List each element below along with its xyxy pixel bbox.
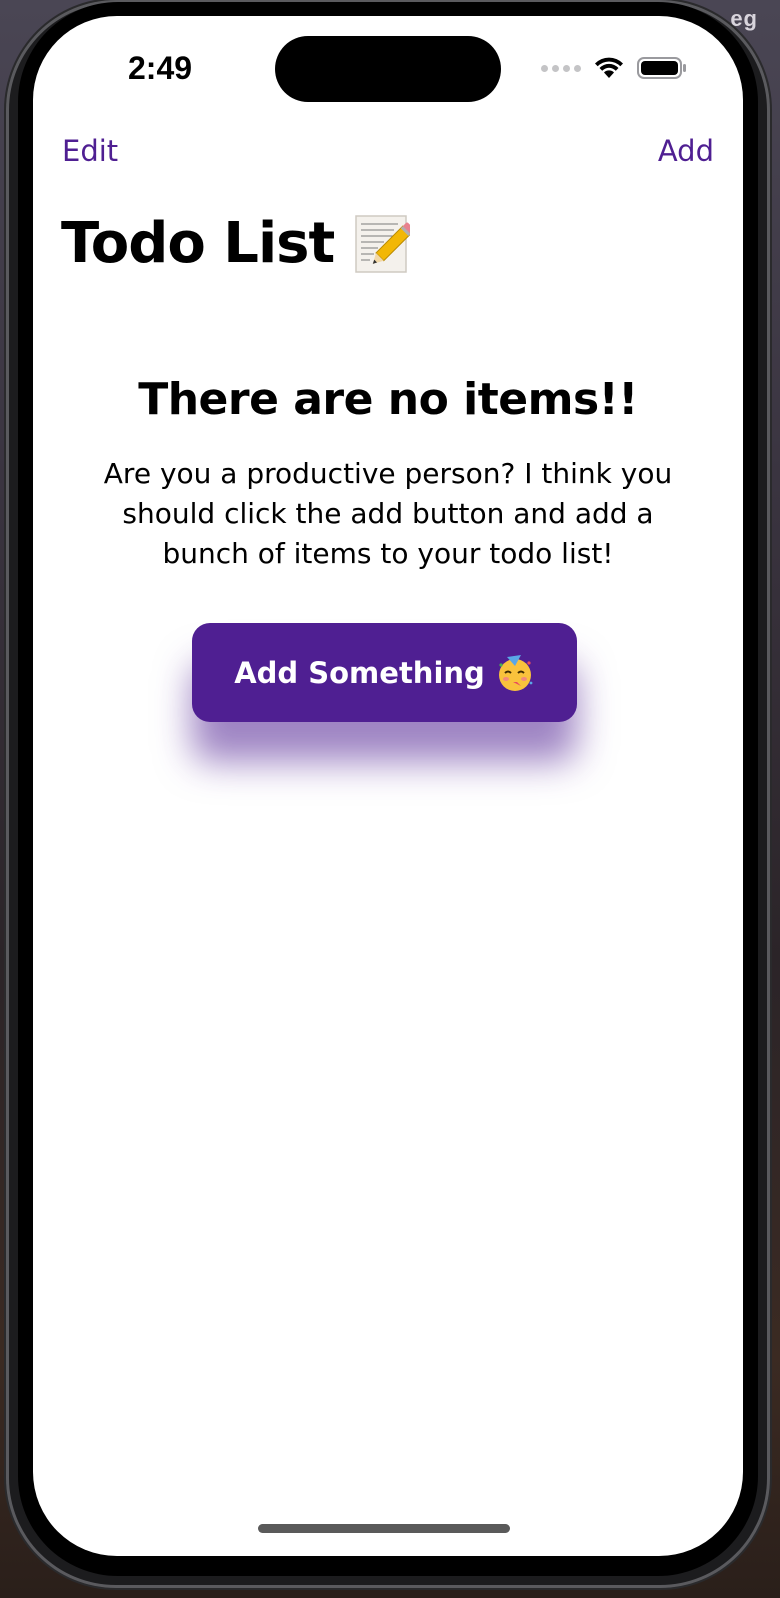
app-screen: 2:49 Edit Add Todo List There are no ite…	[33, 16, 743, 1556]
add-something-button[interactable]: Add Something	[192, 623, 577, 722]
cellular-signal-icon	[541, 64, 581, 72]
status-indicators	[541, 56, 687, 80]
wifi-icon	[595, 57, 623, 78]
page-title: Todo List	[61, 211, 411, 276]
empty-state-heading: There are no items!!	[138, 374, 638, 425]
memo-icon	[355, 214, 411, 273]
status-time: 2:49	[128, 50, 193, 86]
partying-face-icon	[498, 654, 533, 691]
edit-button[interactable]: Edit	[62, 134, 118, 168]
home-indicator[interactable]	[258, 1524, 510, 1533]
battery-icon	[637, 57, 686, 79]
dynamic-island	[275, 36, 501, 102]
add-button[interactable]: Add	[658, 134, 714, 168]
page-title-text: Todo List	[61, 211, 335, 276]
add-something-label: Add Something	[234, 655, 485, 690]
empty-state-message: Are you a productive person? I think you…	[103, 457, 673, 570]
